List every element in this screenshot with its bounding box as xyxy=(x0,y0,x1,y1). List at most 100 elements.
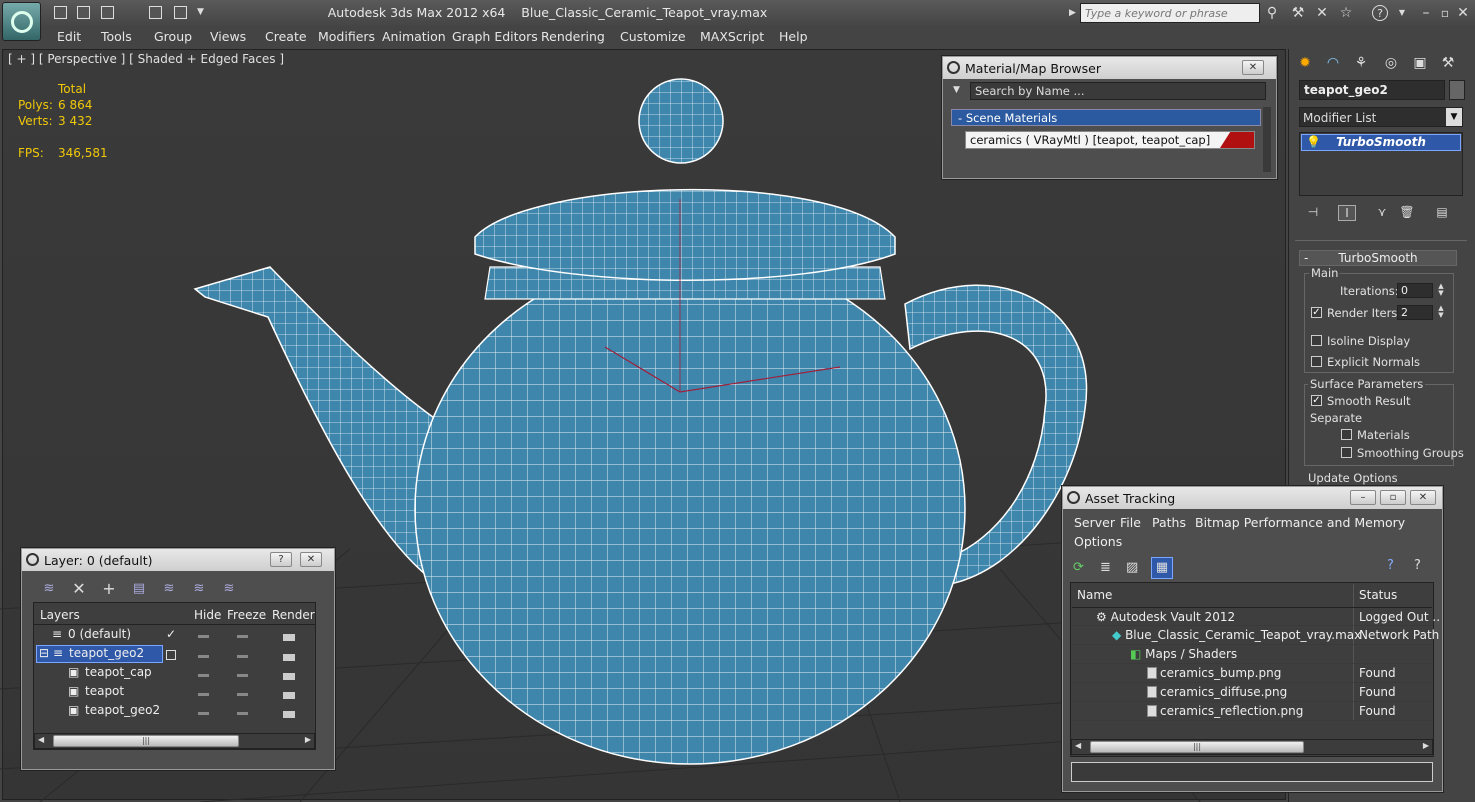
favorites-star-icon[interactable]: ☆ xyxy=(1338,5,1354,21)
create-tab-icon[interactable]: ✹ xyxy=(1293,52,1317,74)
delete-layer-icon[interactable]: ✕ xyxy=(70,580,88,598)
asset-horizontal-scrollbar[interactable]: ◀ ||| ▶ xyxy=(1071,739,1433,755)
table-view-icon[interactable]: ▦ xyxy=(1151,557,1173,579)
hide-toggle[interactable] xyxy=(198,693,209,696)
materials-checkbox[interactable] xyxy=(1341,429,1352,440)
render-iters-spinner[interactable]: 2 xyxy=(1397,305,1433,320)
modifier-list-dropdown[interactable]: Modifier List ▼ xyxy=(1299,107,1463,127)
minimize-icon[interactable]: – xyxy=(1418,5,1434,21)
maximize-button[interactable]: ▫ xyxy=(1380,490,1406,505)
layer-row[interactable]: ▣ teapot_cap xyxy=(36,664,314,682)
menu-views[interactable]: Views xyxy=(210,29,246,44)
menu-help[interactable]: Help xyxy=(779,29,808,44)
scroll-thumb[interactable]: ||| xyxy=(53,735,239,747)
communication-center-icon[interactable]: ✕ xyxy=(1314,5,1330,21)
menu-edit[interactable]: Edit xyxy=(57,29,81,44)
minimize-button[interactable]: – xyxy=(1350,490,1376,505)
menu-graph-editors[interactable]: Graph Editors xyxy=(452,29,538,44)
hide-toggle[interactable] xyxy=(198,674,209,677)
search-by-name-input[interactable]: Search by Name ... xyxy=(970,82,1266,100)
explicit-normals-checkbox[interactable] xyxy=(1311,356,1322,367)
render-toggle-icon[interactable] xyxy=(283,654,295,661)
hide-toggle[interactable] xyxy=(198,712,209,715)
context-help-icon[interactable]: ? xyxy=(1414,558,1421,573)
search-input[interactable]: Type a keyword or phrase xyxy=(1080,3,1260,23)
remove-modifier-icon[interactable]: 🗑 xyxy=(1398,205,1416,221)
object-color-swatch[interactable] xyxy=(1449,80,1465,100)
freeze-toggle[interactable] xyxy=(237,635,248,638)
restore-icon[interactable]: ▫ xyxy=(1437,5,1453,21)
asset-row[interactable]: ceramics_reflection.png Found xyxy=(1072,702,1432,721)
pin-stack-icon[interactable]: ⊣ xyxy=(1304,205,1322,221)
menu-maxscript[interactable]: MAXScript xyxy=(700,29,764,44)
make-unique-icon[interactable]: ⋎ xyxy=(1373,205,1391,221)
col-name[interactable]: Name xyxy=(1077,588,1112,602)
isoline-display-checkbox[interactable] xyxy=(1311,335,1322,346)
menu-tools[interactable]: Tools xyxy=(101,29,132,44)
list-view-icon[interactable]: ≣ xyxy=(1100,560,1111,575)
col-render[interactable]: Render xyxy=(272,608,315,622)
menu-server[interactable]: Server xyxy=(1074,515,1115,530)
col-layers[interactable]: Layers xyxy=(40,608,80,622)
hide-all-layers-icon[interactable]: ≋ xyxy=(190,580,208,598)
layer-row[interactable]: ≡ 0 (default) ✓ xyxy=(36,626,314,644)
search-expand-icon[interactable]: ▶ xyxy=(1069,8,1076,18)
asset-row[interactable]: ceramics_bump.png Found xyxy=(1072,664,1432,683)
close-button[interactable]: ✕ xyxy=(1242,60,1264,75)
asset-path-field[interactable] xyxy=(1071,762,1433,782)
scroll-left-icon[interactable]: ◀ xyxy=(1075,741,1081,750)
subscription-icon[interactable]: ⚒ xyxy=(1290,5,1306,21)
close-button[interactable]: ✕ xyxy=(1410,490,1436,505)
refresh-icon[interactable]: ⟳ xyxy=(1073,560,1084,575)
help-icon[interactable]: ? xyxy=(1387,558,1394,573)
layer-row[interactable]: ▣ teapot_geo2 xyxy=(36,702,314,720)
menu-rendering[interactable]: Rendering xyxy=(541,29,605,44)
hierarchy-tab-icon[interactable]: ⚘ xyxy=(1349,52,1373,74)
scroll-thumb[interactable]: ||| xyxy=(1090,741,1304,753)
col-freeze[interactable]: Freeze xyxy=(227,608,266,622)
modifier-stack[interactable]: 💡 TurboSmooth xyxy=(1299,132,1463,196)
render-toggle-icon[interactable] xyxy=(283,634,295,641)
set-current-box-icon[interactable] xyxy=(166,650,176,660)
menu-customize[interactable]: Customize xyxy=(620,29,686,44)
scene-materials-group[interactable]: - Scene Materials xyxy=(951,109,1261,126)
scroll-right-icon[interactable]: ▶ xyxy=(305,735,311,744)
menu-create[interactable]: Create xyxy=(265,29,307,44)
motion-tab-icon[interactable]: ◎ xyxy=(1379,52,1403,74)
highlight-selected-icon[interactable]: ≋ xyxy=(160,580,178,598)
menu-file[interactable]: File xyxy=(1120,515,1141,530)
binoculars-icon[interactable]: ⚲ xyxy=(1264,5,1280,21)
utilities-tab-icon[interactable]: ⚒ xyxy=(1436,52,1460,74)
object-name-field[interactable]: teapot_geo2 xyxy=(1299,80,1445,100)
asset-row[interactable]: ⚙ Autodesk Vault 2012 Logged Out .. xyxy=(1072,607,1440,626)
browser-options-icon[interactable]: ▼ xyxy=(953,85,960,95)
stack-item-turbosmooth[interactable]: 💡 TurboSmooth xyxy=(1301,134,1461,151)
material-item-ceramics[interactable]: ceramics ( VRayMtl ) [teapot, teapot_cap… xyxy=(965,131,1255,149)
application-button[interactable] xyxy=(2,2,41,41)
menu-group[interactable]: Group xyxy=(154,29,192,44)
smooth-result-checkbox[interactable]: ✓ xyxy=(1311,395,1322,406)
material-browser-titlebar[interactable]: Material/Map Browser xyxy=(943,57,1276,79)
render-iters-spinner-arrows[interactable]: ▲ ▼ xyxy=(1436,305,1446,320)
menu-paths[interactable]: Paths xyxy=(1152,515,1186,530)
scroll-right-icon[interactable]: ▶ xyxy=(1423,741,1429,750)
col-hide[interactable]: Hide xyxy=(194,608,221,622)
select-in-layer-icon[interactable]: ▤ xyxy=(130,580,148,598)
asset-row[interactable]: ◧ Maps / Shaders xyxy=(1072,645,1432,664)
menu-animation[interactable]: Animation xyxy=(382,29,446,44)
help-icon[interactable]: ? xyxy=(1372,5,1388,21)
layer-row[interactable]: ▣ teapot xyxy=(36,683,314,701)
col-status[interactable]: Status xyxy=(1359,588,1397,602)
help-dropdown-icon[interactable]: ▼ xyxy=(1394,5,1410,21)
show-end-result-icon[interactable]: I xyxy=(1338,205,1356,221)
modify-tab-icon[interactable]: ◠ xyxy=(1321,52,1345,74)
render-iters-checkbox[interactable]: ✓ xyxy=(1311,307,1322,318)
lightbulb-icon[interactable]: 💡 xyxy=(1306,135,1321,149)
thumbnail-view-icon[interactable]: ▨ xyxy=(1126,560,1138,575)
render-toggle-icon[interactable] xyxy=(283,692,295,699)
configure-modifier-sets-icon[interactable]: ▤ xyxy=(1433,205,1451,221)
asset-row[interactable]: ◆ Blue_Classic_Ceramic_Teapot_vray.max Ne… xyxy=(1072,626,1439,645)
iterations-spinner-arrows[interactable]: ▲ ▼ xyxy=(1436,283,1446,298)
collapse-icon[interactable]: ⊟ xyxy=(39,646,49,660)
browser-scrollbar[interactable] xyxy=(1263,107,1271,172)
